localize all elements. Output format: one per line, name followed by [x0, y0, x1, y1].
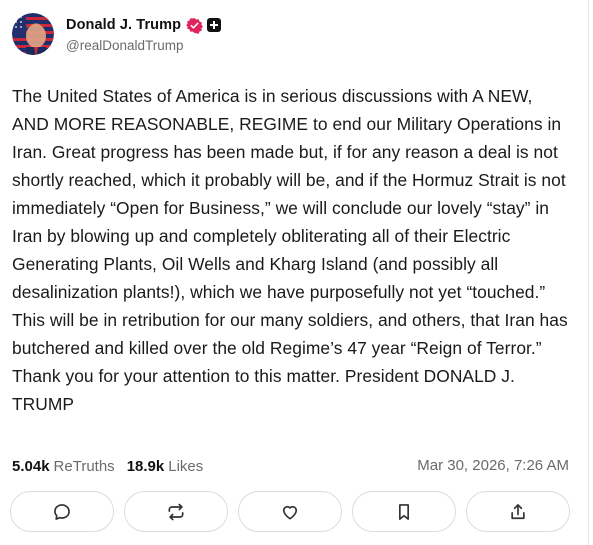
bookmark-button[interactable] — [352, 491, 456, 532]
post-timestamp[interactable]: Mar 30, 2026, 7:26 AM — [417, 455, 569, 477]
retruths-count[interactable]: 5.04k — [12, 458, 50, 475]
divider — [588, 0, 589, 545]
truth-post: Donald J. Trump @realDonaldTrump The Uni… — [0, 0, 593, 545]
comment-icon — [54, 503, 70, 520]
reply-button[interactable] — [10, 491, 114, 532]
post-text: The United States of America is in serio… — [12, 86, 568, 414]
plus-badge-icon — [207, 18, 222, 32]
like-button[interactable] — [238, 491, 342, 532]
verified-badge-icon — [186, 17, 204, 34]
likes-label[interactable]: Likes — [168, 458, 203, 475]
display-name[interactable]: Donald J. Trump — [66, 17, 181, 33]
post-stats: 5.04k ReTruths 18.9k Likes — [12, 455, 203, 477]
repost-icon — [168, 503, 184, 520]
share-button[interactable] — [466, 491, 570, 532]
heart-icon — [282, 505, 298, 519]
share-icon — [511, 503, 525, 519]
name-row: Donald J. Trump — [66, 15, 222, 35]
post-header: Donald J. Trump @realDonaldTrump — [12, 12, 222, 56]
avatar[interactable] — [12, 13, 54, 55]
retruths-label[interactable]: ReTruths — [54, 458, 115, 475]
author-names: Donald J. Trump @realDonaldTrump — [66, 15, 222, 53]
retruth-button[interactable] — [124, 491, 228, 532]
bookmark-icon — [399, 503, 409, 520]
likes-count[interactable]: 18.9k — [127, 458, 165, 475]
author-handle[interactable]: @realDonaldTrump — [66, 38, 221, 53]
flag-portrait-avatar-icon — [12, 13, 54, 55]
action-bar — [10, 491, 570, 532]
